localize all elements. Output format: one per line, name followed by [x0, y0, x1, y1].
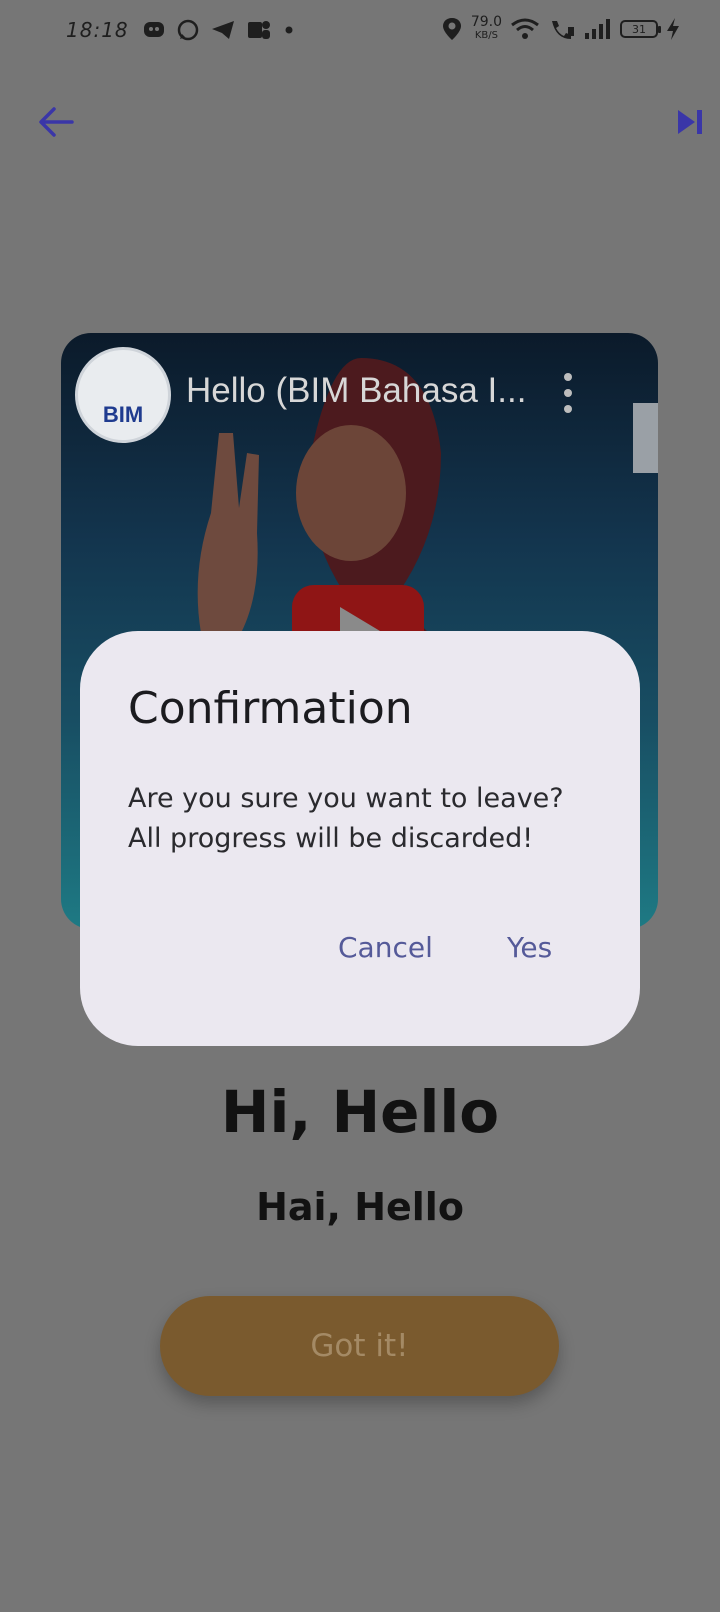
- battery-icon: 31: [620, 20, 661, 38]
- channel-logo[interactable]: BIM: [75, 347, 171, 443]
- network-speed-unit: KB/S: [474, 30, 498, 41]
- skip-next-icon: [678, 110, 702, 134]
- video-title[interactable]: Hello (BIM Bahasa I...: [186, 371, 526, 411]
- battery-level: 31: [632, 22, 646, 36]
- more-notifications-icon: [285, 26, 293, 34]
- yes-button[interactable]: Yes: [507, 931, 552, 964]
- wifi-icon: [511, 18, 539, 39]
- got-it-button[interactable]: Got it!: [160, 1296, 559, 1396]
- network-speed-value: 79.0: [470, 14, 502, 30]
- telegram-icon: [212, 21, 234, 39]
- signal-icon: [585, 19, 610, 39]
- status-bar: 18:18 79.0 KB/S 31: [0, 0, 720, 66]
- confirmation-dialog: Confirmation Are you sure you want to le…: [80, 631, 640, 1046]
- arrow-left-icon: [39, 107, 74, 137]
- video-more-button[interactable]: [556, 373, 580, 413]
- more-vert-icon: [564, 373, 572, 381]
- location-icon: [442, 18, 461, 40]
- dialog-title: Confirmation: [128, 683, 413, 734]
- word-malay: Hai, Hello: [256, 1185, 464, 1229]
- discord-icon: [144, 22, 164, 37]
- word-english: Hi, Hello: [220, 1078, 500, 1146]
- teams-icon: [248, 21, 270, 39]
- system-icons: 79.0 KB/S 31: [441, 14, 680, 42]
- cancel-button[interactable]: Cancel: [338, 931, 433, 964]
- charging-icon: [667, 18, 679, 40]
- wifi-calling-icon: [552, 21, 574, 39]
- notification-icons: [142, 18, 296, 42]
- network-speed: 79.0 KB/S: [470, 14, 502, 42]
- channel-logo-text: BIM: [102, 402, 144, 427]
- whatsapp-icon: [177, 19, 199, 41]
- skip-next-button[interactable]: [664, 96, 716, 148]
- dialog-message: Are you sure you want to leave? All prog…: [128, 783, 564, 854]
- status-time: 18:18: [66, 18, 129, 42]
- back-button[interactable]: [30, 96, 82, 148]
